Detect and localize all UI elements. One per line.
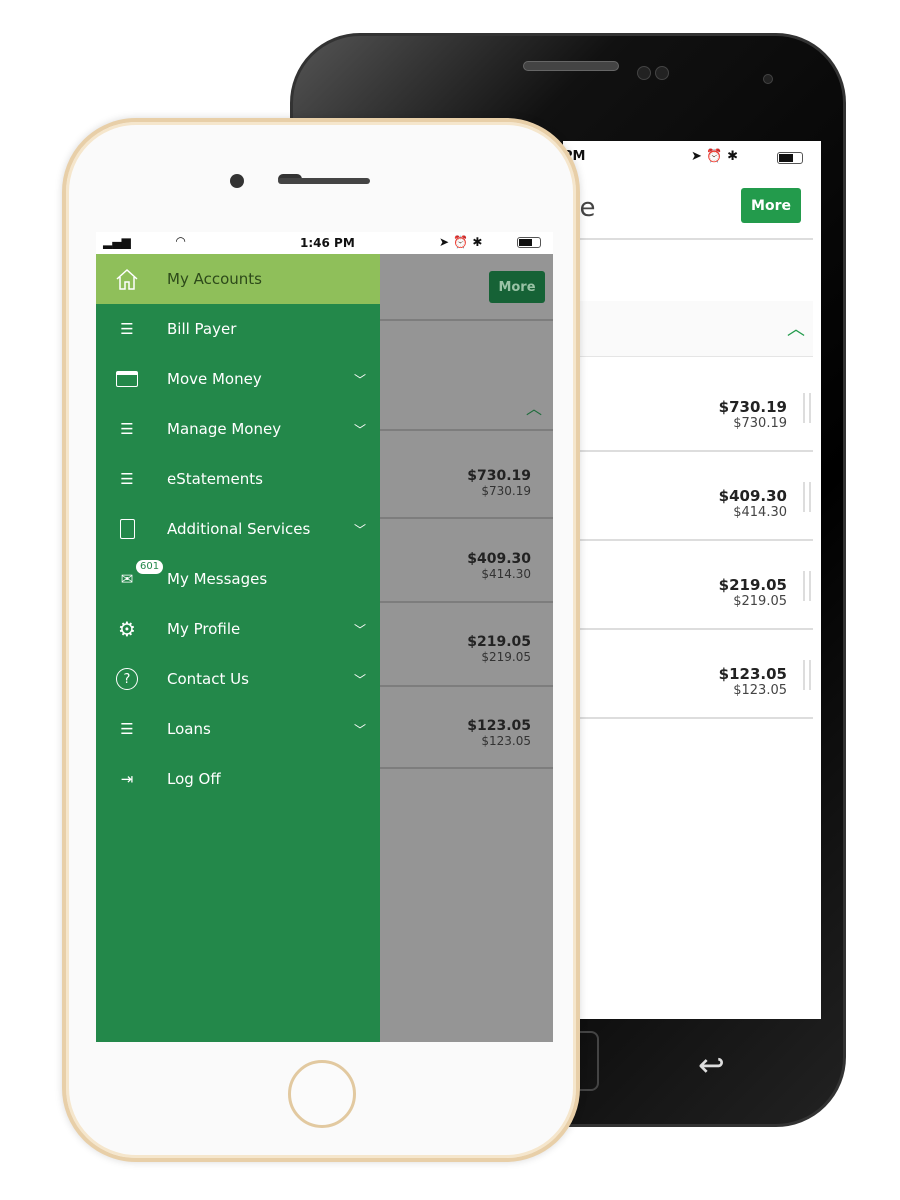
sensor-icon — [655, 66, 669, 80]
account-row[interactable]: $730.19 $730.19 — [719, 398, 787, 431]
menu-item-contact-us[interactable]: ? Contact Us ﹀ — [96, 654, 380, 704]
chevron-down-icon[interactable]: ﹀ — [354, 621, 366, 638]
drag-handle[interactable] — [803, 571, 811, 601]
back-arrow-icon[interactable]: ↩ — [698, 1046, 725, 1084]
gear-icon: ⚙ — [118, 617, 136, 641]
camera-icon — [637, 66, 651, 80]
chevron-down-icon[interactable]: ﹀ — [354, 371, 366, 388]
account-row[interactable]: $219.05 $219.05 — [467, 634, 531, 664]
menu-icon: ☰ — [120, 720, 134, 738]
account-row[interactable]: $409.30 $414.30 — [467, 551, 531, 581]
speaker-grille — [523, 61, 619, 71]
status-bar: PM ➤ ⏰ ✱ — [563, 149, 821, 169]
status-time: 1:46 PM — [300, 236, 355, 250]
more-button[interactable]: More — [489, 271, 545, 303]
front-screen: ▂▄▆ ◠ 1:46 PM ➤ ⏰ ✱ More ︿ $730.19 $730.1… — [96, 232, 553, 1042]
battery-icon — [517, 237, 541, 248]
status-icons: ➤ ⏰ ✱ — [691, 149, 739, 164]
help-icon: ? — [114, 666, 140, 692]
more-button[interactable]: More — [741, 188, 801, 223]
chevron-up-icon[interactable]: ︿ — [526, 395, 542, 419]
back-screen: PM ➤ ⏰ ✱ ne More ︿ $730.19$730.19 $409.3… — [563, 141, 821, 1019]
menu-item-additional-services[interactable]: Additional Services ﹀ — [96, 504, 380, 554]
menu-icon: ☰ — [120, 470, 134, 488]
logout-icon: ⇥ — [120, 770, 134, 788]
account-row[interactable]: $123.05 $123.05 — [467, 718, 531, 748]
card-icon — [114, 366, 140, 392]
account-row[interactable]: $730.19 $730.19 — [467, 468, 531, 498]
home-button[interactable] — [288, 1060, 356, 1128]
menu-icon: ☰ — [120, 420, 134, 438]
front-camera-icon — [230, 174, 244, 188]
menu-item-manage-money[interactable]: ☰ Manage Money ﹀ — [96, 404, 380, 454]
chevron-down-icon[interactable]: ﹀ — [354, 421, 366, 438]
chevron-down-icon[interactable]: ﹀ — [354, 521, 366, 538]
battery-icon — [777, 152, 803, 164]
wifi-icon: ◠ — [176, 234, 186, 248]
menu-icon: ☰ — [120, 320, 134, 338]
account-row[interactable]: $219.05 $219.05 — [719, 576, 787, 609]
message-count-badge: 601 — [136, 560, 164, 574]
section-header[interactable]: ︿ — [563, 301, 813, 357]
menu-item-my-profile[interactable]: ⚙ My Profile ﹀ — [96, 604, 380, 654]
status-icons: ➤ ⏰ ✱ — [439, 235, 483, 249]
drag-handle[interactable] — [803, 660, 811, 690]
front-camera-icon — [763, 74, 773, 84]
drag-handle[interactable] — [803, 393, 811, 423]
menu-item-log-off[interactable]: ⇥ Log Off — [96, 754, 380, 804]
menu-item-move-money[interactable]: Move Money ﹀ — [96, 354, 380, 404]
menu-item-my-accounts[interactable]: My Accounts — [96, 254, 380, 304]
menu-item-estatements[interactable]: ☰ eStatements — [96, 454, 380, 504]
chevron-up-icon[interactable]: ︿ — [787, 315, 805, 341]
signal-icon: ▂▄▆ — [103, 235, 131, 249]
home-icon — [114, 266, 140, 292]
menu-item-my-messages[interactable]: ✉ 601 My Messages — [96, 554, 380, 604]
chevron-down-icon[interactable]: ﹀ — [354, 671, 366, 688]
calculator-icon — [114, 516, 140, 542]
account-row[interactable]: $409.30 $414.30 — [719, 487, 787, 520]
menu-item-bill-payer[interactable]: ☰ Bill Payer — [96, 304, 380, 354]
speaker-grille — [278, 178, 370, 184]
status-bar: ▂▄▆ ◠ 1:46 PM ➤ ⏰ ✱ — [96, 232, 553, 254]
account-row[interactable]: $123.05 $123.05 — [719, 665, 787, 698]
chevron-down-icon[interactable]: ﹀ — [354, 721, 366, 738]
drag-handle[interactable] — [803, 482, 811, 512]
menu-item-loans[interactable]: ☰ Loans ﹀ — [96, 704, 380, 754]
navigation-drawer: My Accounts ☰ Bill Payer Move Money ﹀ ☰ … — [96, 254, 380, 1042]
